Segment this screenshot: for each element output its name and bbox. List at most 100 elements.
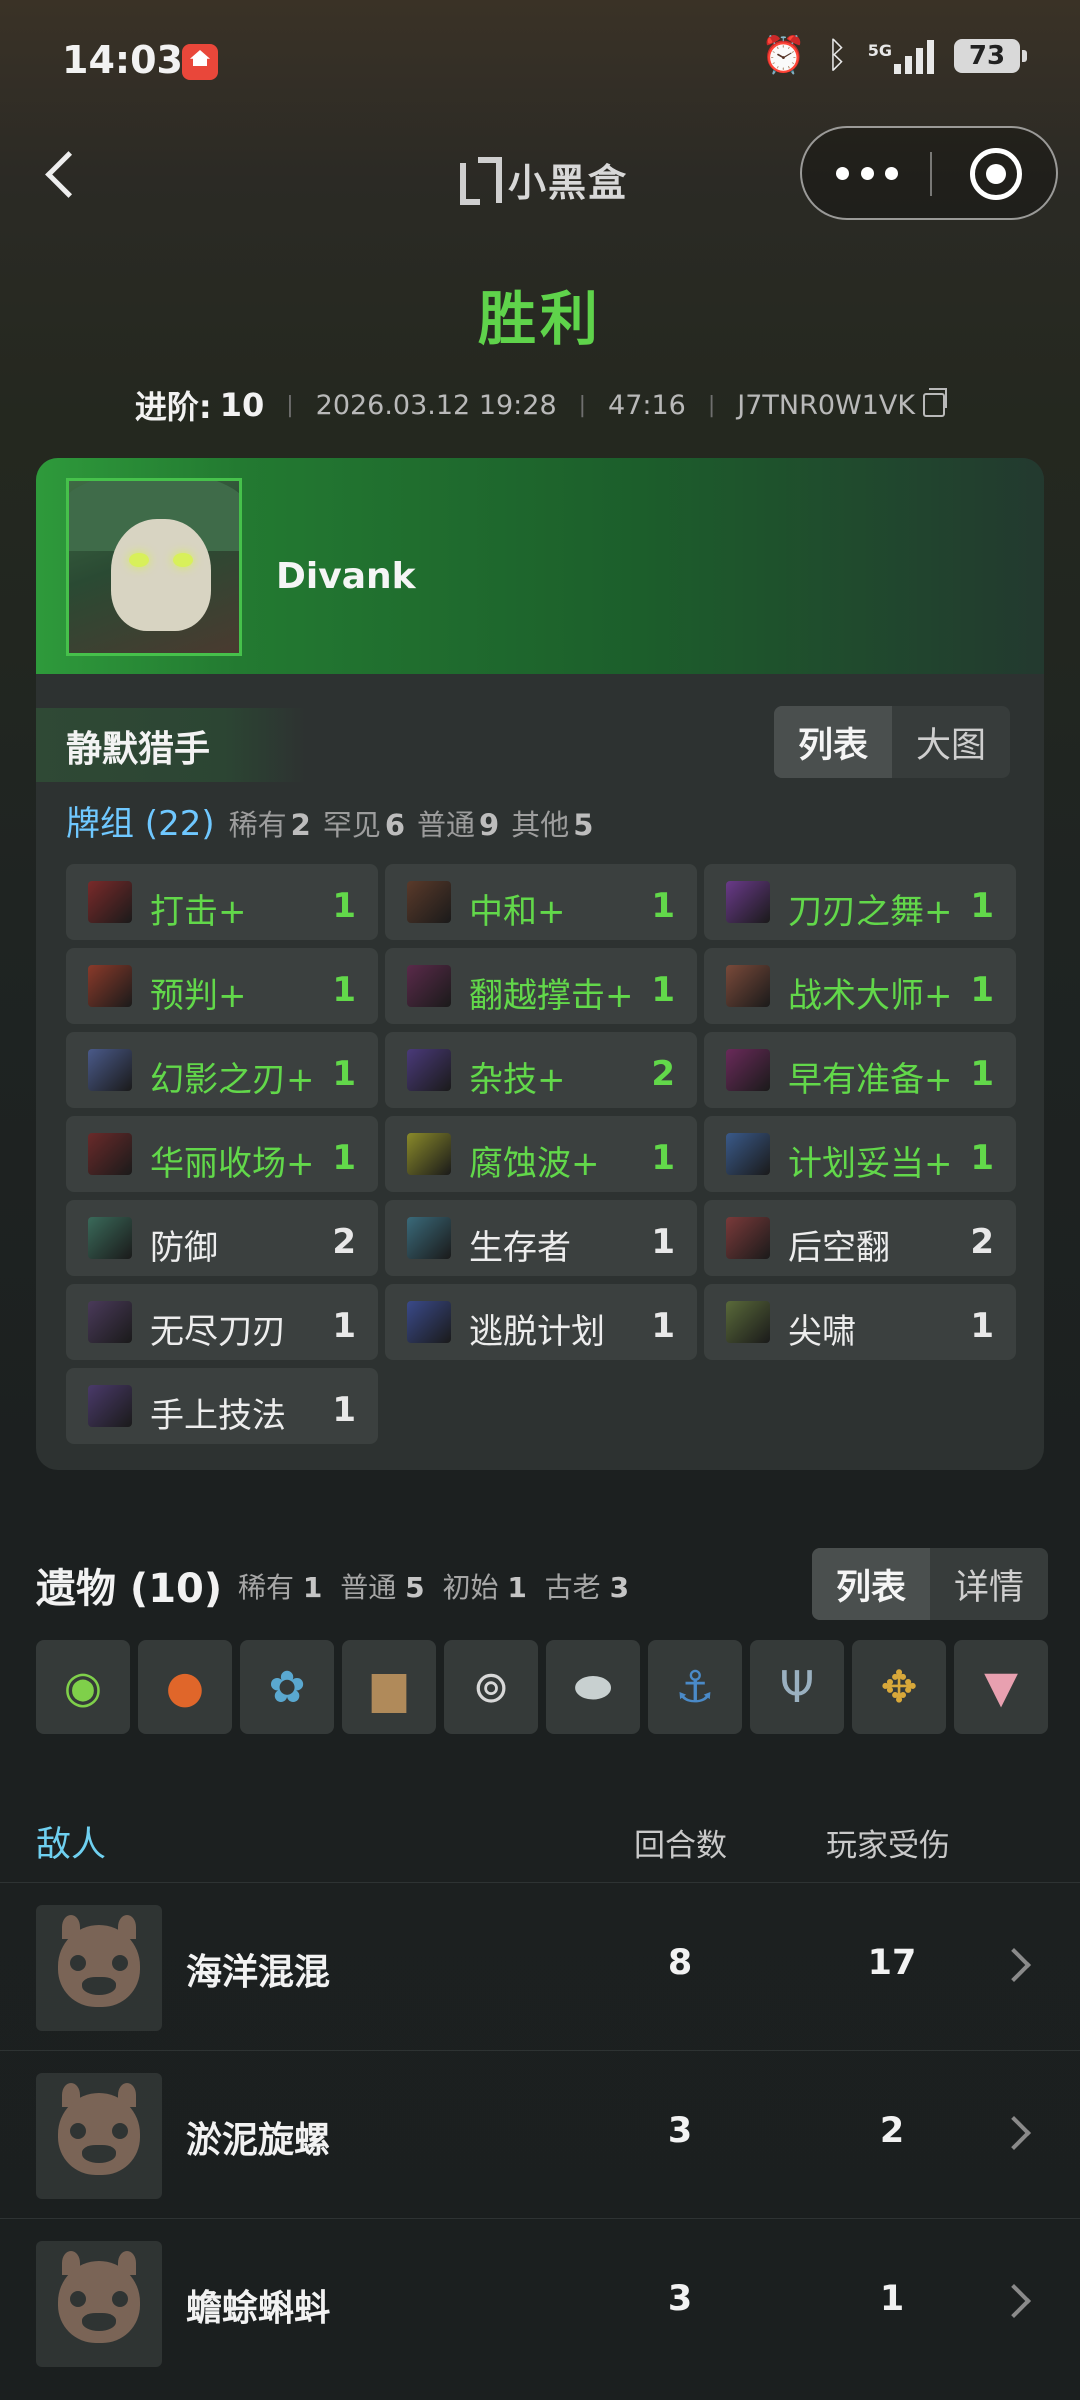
card-name: 打击+ bbox=[150, 892, 247, 932]
bluetooth-icon: ᛒ bbox=[826, 35, 848, 76]
enemy-damage: 2 bbox=[879, 2111, 905, 2151]
relic-list: ◉ ● ✿ ▆ ⊚ ⬬ ⚓ Ψ ✥ ▼ bbox=[36, 1640, 1048, 1734]
ascension-value: 10 bbox=[219, 386, 265, 424]
close-miniapp-icon[interactable] bbox=[970, 148, 1022, 200]
rarity-label: 罕见 bbox=[322, 808, 381, 842]
column-damage: 玩家受伤 bbox=[826, 1828, 950, 1864]
deck-card[interactable]: 打击+ 1 bbox=[66, 864, 378, 940]
deck-card[interactable]: 翻越撑击+ 1 bbox=[385, 948, 697, 1024]
orange-orb-icon[interactable]: ● bbox=[138, 1640, 232, 1734]
signal-icon bbox=[894, 38, 934, 74]
card-count: 1 bbox=[332, 970, 356, 1010]
run-meta: 进阶: 10 | 2026.03.12 19:28 | 47:16 | J7TN… bbox=[0, 382, 1080, 428]
enemy-turns: 3 bbox=[667, 2279, 693, 2319]
chevron-right-icon[interactable] bbox=[997, 2284, 1031, 2318]
character-name: 静默猎手 bbox=[66, 729, 211, 770]
stone-icon[interactable]: ⬬ bbox=[546, 1640, 640, 1734]
vajra-icon[interactable]: ✥ bbox=[852, 1640, 946, 1734]
card-art-icon bbox=[407, 1133, 451, 1175]
card-art-icon bbox=[726, 1049, 770, 1091]
card-name: 预判+ bbox=[150, 976, 247, 1016]
rarity-label: 初始 bbox=[442, 1571, 499, 1604]
enemy-damage: 17 bbox=[867, 1943, 917, 1983]
miniapp-capsule bbox=[800, 126, 1058, 220]
deck-card[interactable]: 幻影之刃+ 1 bbox=[66, 1032, 378, 1108]
deck-card[interactable]: 杂技+ 2 bbox=[385, 1032, 697, 1108]
back-icon[interactable] bbox=[40, 146, 84, 202]
ascension-label: 进阶: bbox=[134, 388, 212, 426]
card-count: 1 bbox=[332, 1390, 356, 1430]
deck-card[interactable]: 逃脱计划 1 bbox=[385, 1284, 697, 1360]
card-count: 2 bbox=[651, 1054, 675, 1094]
deck-card[interactable]: 后空翻 2 bbox=[704, 1200, 1016, 1276]
tab-deck-list[interactable]: 列表 bbox=[774, 706, 893, 778]
deck-title: 牌组 (22) bbox=[66, 804, 215, 844]
deck-card[interactable]: 计划妥当+ 1 bbox=[704, 1116, 1016, 1192]
card-art-icon bbox=[88, 1385, 132, 1427]
run-datetime: 2026.03.12 19:28 bbox=[315, 389, 557, 421]
tab-relic-list[interactable]: 列表 bbox=[812, 1548, 931, 1620]
bead-bracelet-icon[interactable]: ✿ bbox=[240, 1640, 334, 1734]
copy-icon[interactable] bbox=[923, 388, 948, 417]
enemy-damage: 1 bbox=[879, 2279, 905, 2319]
ice-cream-icon[interactable]: ▼ bbox=[954, 1640, 1048, 1734]
enemy-row[interactable]: 蟾蜍蝌蚪 3 1 bbox=[0, 2218, 1080, 2386]
compass-icon[interactable]: ⊚ bbox=[444, 1640, 538, 1734]
card-name: 刀刃之舞+ bbox=[788, 892, 953, 932]
anchor-icon[interactable]: ⚓ bbox=[648, 1640, 742, 1734]
deck-card[interactable]: 防御 2 bbox=[66, 1200, 378, 1276]
enemy-row[interactable]: 淤泥旋螺 3 2 bbox=[0, 2050, 1080, 2218]
card-count: 1 bbox=[332, 1138, 356, 1178]
deck-card[interactable]: 中和+ 1 bbox=[385, 864, 697, 940]
ring-of-snake-icon[interactable]: ◉ bbox=[36, 1640, 130, 1734]
deck-card[interactable]: 华丽收场+ 1 bbox=[66, 1116, 378, 1192]
chevron-right-icon[interactable] bbox=[997, 1948, 1031, 1982]
card-art-icon bbox=[407, 965, 451, 1007]
rarity-count: 5 bbox=[405, 1571, 425, 1604]
more-icon[interactable] bbox=[836, 158, 898, 188]
card-name: 无尽刀刃 bbox=[150, 1312, 286, 1352]
card-art-icon bbox=[407, 881, 451, 923]
card-name: 尖啸 bbox=[788, 1312, 856, 1352]
enemy-name: 淤泥旋螺 bbox=[186, 2120, 331, 2161]
deck-card[interactable]: 无尽刀刃 1 bbox=[66, 1284, 378, 1360]
deck-card[interactable]: 预判+ 1 bbox=[66, 948, 378, 1024]
meta-divider: | bbox=[578, 392, 587, 418]
enemy-table-header: 敌人 回合数 玩家受伤 bbox=[36, 1812, 1044, 1882]
chevron-right-icon[interactable] bbox=[997, 2116, 1031, 2150]
deck-card[interactable]: 手上技法 1 bbox=[66, 1368, 378, 1444]
rarity-count: 3 bbox=[609, 1571, 630, 1604]
run-duration: 47:16 bbox=[608, 389, 686, 421]
deck-card[interactable]: 早有准备+ 1 bbox=[704, 1032, 1016, 1108]
enemy-avatar-icon bbox=[36, 2073, 162, 2199]
deck-card[interactable]: 战术大师+ 1 bbox=[704, 948, 1016, 1024]
rarity-count: 5 bbox=[573, 808, 594, 842]
status-time: 14:03 bbox=[62, 38, 183, 82]
card-count: 1 bbox=[332, 1054, 356, 1094]
deck-summary: 牌组 (22) 稀有 2 罕见 6 普通 9 其他 5 bbox=[66, 796, 605, 845]
backpack-icon[interactable]: ▆ bbox=[342, 1640, 436, 1734]
deck-card[interactable]: 生存者 1 bbox=[385, 1200, 697, 1276]
enemy-row[interactable]: 海洋混混 8 17 bbox=[0, 1882, 1080, 2050]
enemy-avatar-icon bbox=[36, 2241, 162, 2367]
app-logo: 小黑盒 bbox=[458, 152, 628, 207]
card-name: 腐蚀波+ bbox=[469, 1144, 600, 1184]
trident-icon[interactable]: Ψ bbox=[750, 1640, 844, 1734]
card-name: 计划妥当+ bbox=[788, 1144, 953, 1184]
card-name: 翻越撑击+ bbox=[469, 976, 634, 1016]
tab-deck-large[interactable]: 大图 bbox=[892, 706, 1010, 778]
enemy-avatar-icon bbox=[36, 1905, 162, 2031]
deck-card[interactable]: 腐蚀波+ 1 bbox=[385, 1116, 697, 1192]
tab-relic-detail[interactable]: 详情 bbox=[930, 1548, 1048, 1620]
card-count: 1 bbox=[651, 1222, 675, 1262]
card-count: 1 bbox=[651, 970, 675, 1010]
run-seed[interactable]: J7TNR0W1VK bbox=[737, 390, 915, 421]
enemies-title: 敌人 bbox=[36, 1825, 107, 1865]
relic-view-toggle: 列表 详情 bbox=[812, 1548, 1049, 1620]
deck-card[interactable]: 刀刃之舞+ 1 bbox=[704, 864, 1016, 940]
relics-summary: 稀有 1 普通 5 初始 1 古老 3 bbox=[238, 1566, 629, 1606]
deck-card[interactable]: 尖啸 1 bbox=[704, 1284, 1016, 1360]
enemy-name: 海洋混混 bbox=[186, 1952, 331, 1993]
rarity-count: 6 bbox=[384, 808, 406, 842]
card-art-icon bbox=[88, 1217, 132, 1259]
